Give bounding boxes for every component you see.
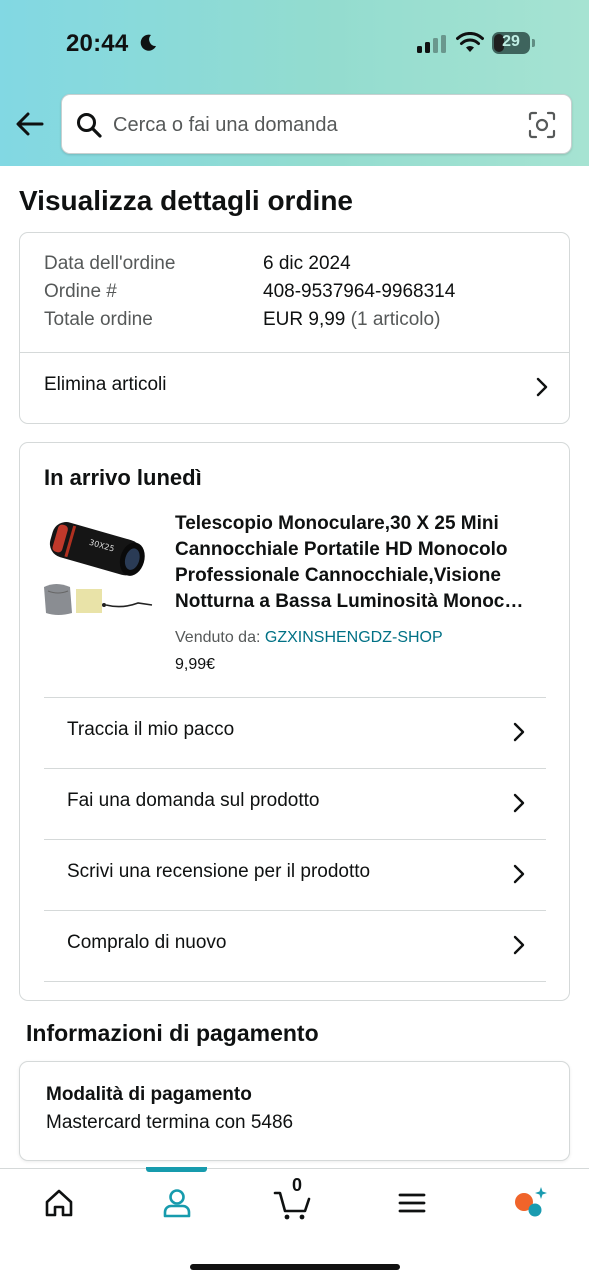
track-package-row[interactable]: Traccia il mio pacco — [44, 698, 546, 768]
camera-scan-icon[interactable] — [528, 111, 556, 139]
ask-question-label[interactable]: Fai una domanda sul prodotto — [67, 790, 319, 812]
order-number-value: 408-9537964-9968314 — [263, 281, 456, 302]
chevron-right-icon — [536, 377, 548, 397]
product-title[interactable]: Telescopio Monoculare,30 X 25 Mini Canno… — [175, 511, 555, 615]
delete-items-label[interactable]: Elimina articoli — [44, 374, 166, 396]
product-price: 9,99€ — [175, 656, 216, 673]
chevron-right-icon — [513, 864, 525, 884]
battery-indicator: 29 — [492, 32, 536, 54]
chevron-right-icon — [513, 793, 525, 813]
back-arrow-icon[interactable] — [14, 110, 46, 138]
status-bar: 20:44 29 — [0, 0, 589, 88]
product-image[interactable]: 30X25 — [42, 513, 157, 618]
search-icon — [77, 113, 102, 138]
payment-method-value: Mastercard termina con 5486 — [46, 1112, 294, 1133]
order-total-amount: EUR 9,99 — [263, 309, 346, 330]
menu-icon[interactable] — [392, 1183, 432, 1223]
shipment-card: In arrivo lunedì 30X25 Telescopio Monocu… — [19, 442, 570, 1001]
product-title-line[interactable]: Cannocchiale Portatile HD Monocolo — [175, 537, 555, 563]
order-item-count: (1 articolo) — [350, 309, 441, 330]
cellular-signal-icon — [417, 35, 446, 53]
search-placeholder[interactable]: Cerca o fai una domanda — [113, 114, 338, 137]
track-package-label[interactable]: Traccia il mio pacco — [67, 719, 234, 741]
status-time: 20:44 — [66, 30, 129, 57]
order-date-value: 6 dic 2024 — [263, 253, 351, 274]
write-review-label[interactable]: Scrivi una recensione per il prodotto — [67, 861, 370, 883]
divider — [44, 981, 546, 982]
account-icon[interactable] — [157, 1183, 197, 1223]
shipment-status: In arrivo lunedì — [44, 465, 202, 490]
home-indicator — [190, 1264, 400, 1270]
payment-method-card: Modalità di pagamento Mastercard termina… — [19, 1061, 570, 1161]
chevron-right-icon — [513, 722, 525, 742]
bottom-tab-bar: 0 — [0, 1167, 589, 1280]
seller-prefix: Venduto da: — [175, 629, 261, 646]
top-header: 20:44 29 Cerca o fai una domanda — [0, 0, 589, 166]
buy-again-row[interactable]: Compralo di nuovo — [44, 911, 546, 981]
rufus-icon[interactable] — [510, 1183, 550, 1223]
buy-again-label[interactable]: Compralo di nuovo — [67, 932, 226, 954]
order-summary-card: Data dell'ordine 6 dic 2024 Ordine # 408… — [19, 232, 570, 424]
home-icon[interactable] — [39, 1183, 79, 1223]
payment-method-title: Modalità di pagamento — [46, 1084, 252, 1105]
page-title: Visualizza dettagli ordine — [19, 185, 354, 216]
battery-level: 29 — [502, 33, 520, 50]
order-number-label: Ordine # — [44, 281, 117, 302]
order-date-label: Data dell'ordine — [44, 253, 176, 274]
product-title-line[interactable]: Notturna a Bassa Luminosità Monoc… — [175, 589, 555, 615]
chevron-right-icon — [513, 935, 525, 955]
payment-section-title: Informazioni di pagamento — [26, 1020, 319, 1046]
product-title-line[interactable]: Professionale Cannocchiale,Visione — [175, 563, 555, 589]
seller-link[interactable]: GZXINSHENGDZ-SHOP — [265, 629, 443, 646]
order-total-value: EUR 9,99 (1 articolo) — [263, 309, 440, 331]
order-total-label: Totale ordine — [44, 309, 153, 330]
active-tab-indicator — [146, 1167, 207, 1172]
wifi-icon — [456, 32, 484, 52]
cart-count-badge: 0 — [292, 1175, 303, 1195]
product-title-line[interactable]: Telescopio Monoculare,30 X 25 Mini — [175, 511, 555, 537]
delete-items-row[interactable]: Elimina articoli — [20, 353, 569, 423]
search-bar[interactable]: Cerca o fai una domanda — [61, 94, 572, 154]
seller-info: Venduto da: GZXINSHENGDZ-SHOP — [175, 629, 443, 647]
ask-question-row[interactable]: Fai una domanda sul prodotto — [44, 769, 546, 839]
write-review-row[interactable]: Scrivi una recensione per il prodotto — [44, 840, 546, 910]
focus-moon-icon — [140, 34, 156, 51]
